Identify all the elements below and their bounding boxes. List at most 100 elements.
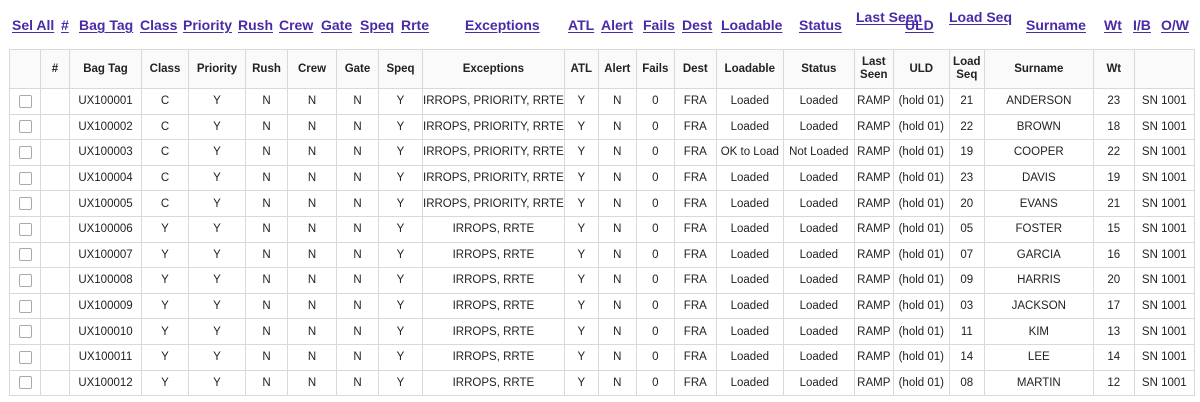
row-select-checkbox[interactable]	[18, 248, 32, 262]
flight-cell: SN 1001	[1133, 88, 1195, 115]
sel-all-link[interactable]: Sel All	[12, 17, 54, 33]
dest-cell: FRA	[673, 369, 717, 397]
rush-cell: N	[245, 267, 288, 294]
class-cell: Y	[141, 241, 189, 269]
sort-exceptions-link[interactable]: Exceptions	[465, 17, 540, 33]
exceptions-cell: IRROPS, RRTE	[422, 343, 565, 371]
row-num-cell	[40, 190, 70, 217]
loadable-cell: Loaded	[715, 241, 784, 269]
status-cell: Loaded	[782, 292, 855, 320]
sort-last-seen-link[interactable]: Last Seen	[856, 9, 922, 25]
table-row[interactable]: UX100011 Y Y N N N Y IRROPS, RRTE Y N 0 FRA Loaded Lo…	[9, 343, 1195, 371]
row-select-checkbox[interactable]	[18, 145, 32, 159]
crew-cell: N	[287, 164, 337, 192]
sort-status-link[interactable]: Status	[799, 17, 842, 33]
sort-dest-link[interactable]: Dest	[682, 17, 712, 33]
col-header-status: Status	[782, 49, 855, 89]
table-row[interactable]: UX100010 Y Y N N N Y IRROPS, RRTE Y N 0 FRA Loaded Lo…	[9, 318, 1195, 345]
alert-cell: N	[597, 164, 637, 192]
surname-cell: KIM	[983, 318, 1094, 345]
sort-crew-link[interactable]: Crew	[279, 17, 313, 33]
table-row[interactable]: UX100007 Y Y N N N Y IRROPS, RRTE Y N 0 FRA Loaded Lo…	[9, 241, 1195, 269]
flight-cell: SN 1001	[1133, 164, 1195, 192]
sort-class-link[interactable]: Class	[140, 17, 177, 33]
speq-cell: Y	[378, 267, 423, 294]
sort-loadable-link[interactable]: Loadable	[721, 17, 782, 33]
sort-rrte-link[interactable]: Rrte	[401, 17, 429, 33]
gate-cell: N	[336, 88, 379, 115]
speq-cell: Y	[378, 164, 423, 192]
row-select-checkbox[interactable]	[18, 273, 32, 287]
table-row[interactable]: UX100005 C Y N N N Y IRROPS, PRIORITY, RRTE Y N 0 F…	[9, 190, 1195, 217]
load-seq-cell: 03	[948, 292, 985, 320]
exceptions-cell: IRROPS, RRTE	[422, 267, 565, 294]
col-header-flight	[1133, 49, 1195, 89]
sort-num-link[interactable]: #	[61, 17, 69, 33]
exceptions-cell: IRROPS, RRTE	[422, 215, 565, 243]
priority-cell: Y	[188, 164, 246, 192]
dest-cell: FRA	[673, 241, 717, 269]
sort-uld-link[interactable]: ULD	[905, 17, 934, 33]
sort-speq-link[interactable]: Speq	[360, 17, 394, 33]
alert-cell: N	[597, 241, 637, 269]
row-select-checkbox[interactable]	[18, 120, 32, 134]
priority-cell: Y	[188, 190, 246, 217]
dest-cell: FRA	[673, 139, 717, 166]
rush-cell: N	[245, 139, 288, 166]
table-row[interactable]: UX100009 Y Y N N N Y IRROPS, RRTE Y N 0 FRA Loaded Lo…	[9, 292, 1195, 320]
row-select-checkbox[interactable]	[18, 222, 32, 236]
last-seen-cell: RAMP	[853, 139, 894, 166]
bag-grid-container: # Bag Tag Class Priority Rush Crew Gate …	[9, 49, 1195, 397]
rush-cell: N	[245, 343, 288, 371]
table-row[interactable]: UX100008 Y Y N N N Y IRROPS, RRTE Y N 0 FRA Loaded Lo…	[9, 267, 1195, 294]
sort-atl-link[interactable]: ATL	[568, 17, 594, 33]
col-header-class: Class	[141, 49, 189, 89]
row-num-cell	[40, 215, 70, 243]
table-row[interactable]: UX100012 Y Y N N N Y IRROPS, RRTE Y N 0 FRA Loaded Lo…	[9, 369, 1195, 397]
sort-ow-link[interactable]: O/W	[1161, 17, 1189, 33]
table-row[interactable]: UX100001 C Y N N N Y IRROPS, PRIORITY, RRTE Y N 0 F…	[9, 88, 1195, 115]
sort-surname-link[interactable]: Surname	[1026, 17, 1086, 33]
surname-cell: MARTIN	[983, 369, 1094, 397]
table-row[interactable]: UX100003 C Y N N N Y IRROPS, PRIORITY, RRTE Y N 0 F…	[9, 139, 1195, 166]
last-seen-cell: RAMP	[853, 292, 894, 320]
sort-alert-link[interactable]: Alert	[601, 17, 633, 33]
table-row[interactable]: UX100006 Y Y N N N Y IRROPS, RRTE Y N 0 FRA Loaded Lo…	[9, 215, 1195, 243]
sort-bag-tag-link[interactable]: Bag Tag	[79, 17, 133, 33]
col-header-uld: ULD	[892, 49, 950, 89]
rush-cell: N	[245, 292, 288, 320]
table-row[interactable]: UX100002 C Y N N N Y IRROPS, PRIORITY, RRTE Y N 0 F…	[9, 113, 1195, 141]
row-select-checkbox[interactable]	[18, 171, 32, 185]
row-num-cell	[40, 164, 70, 192]
class-cell: C	[141, 190, 189, 217]
loadable-cell: Loaded	[715, 164, 784, 192]
row-select-checkbox[interactable]	[18, 350, 32, 364]
bag-tag-cell: UX100008	[69, 267, 142, 294]
row-select-checkbox[interactable]	[18, 197, 32, 211]
priority-cell: Y	[188, 215, 246, 243]
status-cell: Not Loaded	[782, 139, 855, 166]
sort-rush-link[interactable]: Rush	[238, 17, 273, 33]
sort-priority-link[interactable]: Priority	[183, 17, 232, 33]
crew-cell: N	[287, 369, 337, 397]
row-select-checkbox[interactable]	[18, 94, 32, 108]
sort-wt-link[interactable]: Wt	[1104, 17, 1122, 33]
surname-cell: GARCIA	[983, 241, 1094, 269]
loadable-cell: Loaded	[715, 369, 784, 397]
row-select-cell	[9, 215, 41, 243]
load-seq-cell: 05	[948, 215, 985, 243]
sort-fails-link[interactable]: Fails	[643, 17, 675, 33]
sort-load-seq-link[interactable]: Load Seq	[949, 9, 1012, 25]
row-select-cell	[9, 318, 41, 345]
table-row[interactable]: UX100004 C Y N N N Y IRROPS, PRIORITY, RRTE Y N 0 F…	[9, 164, 1195, 192]
sort-gate-link[interactable]: Gate	[321, 17, 352, 33]
weight-cell: 21	[1092, 190, 1135, 217]
load-seq-cell: 07	[948, 241, 985, 269]
class-cell: Y	[141, 267, 189, 294]
atl-cell: Y	[563, 369, 599, 397]
row-select-checkbox[interactable]	[18, 299, 32, 313]
row-select-checkbox[interactable]	[18, 325, 32, 339]
surname-cell: EVANS	[983, 190, 1094, 217]
sort-ib-link[interactable]: I/B	[1133, 17, 1151, 33]
row-select-checkbox[interactable]	[18, 376, 32, 390]
